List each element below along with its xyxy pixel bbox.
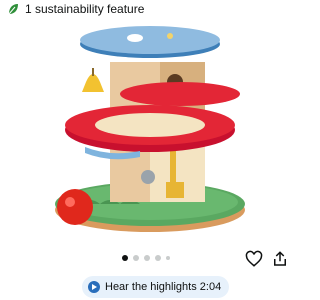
sustainability-badge[interactable]: 1 sustainability feature [6, 2, 144, 16]
carousel-dots[interactable] [122, 255, 170, 261]
product-image[interactable] [40, 22, 260, 242]
favorite-button[interactable] [244, 249, 264, 269]
carousel-dot[interactable] [122, 255, 128, 261]
heart-outline-icon [245, 250, 263, 267]
leaf-icon [8, 4, 18, 15]
share-button[interactable] [270, 249, 290, 269]
sustainability-label: 1 sustainability feature [25, 2, 145, 16]
carousel-dot[interactable] [166, 256, 170, 260]
highlights-label: Hear the highlights 2:04 [105, 281, 222, 293]
share-icon [274, 251, 286, 266]
product-page: 1 sustainability feature Hear the highli… [0, 0, 300, 300]
hear-highlights-button[interactable]: Hear the highlights 2:04 [82, 276, 230, 298]
play-icon [88, 281, 100, 293]
carousel-dot[interactable] [144, 255, 150, 261]
carousel-dot[interactable] [155, 255, 161, 261]
carousel-dot[interactable] [133, 255, 139, 261]
